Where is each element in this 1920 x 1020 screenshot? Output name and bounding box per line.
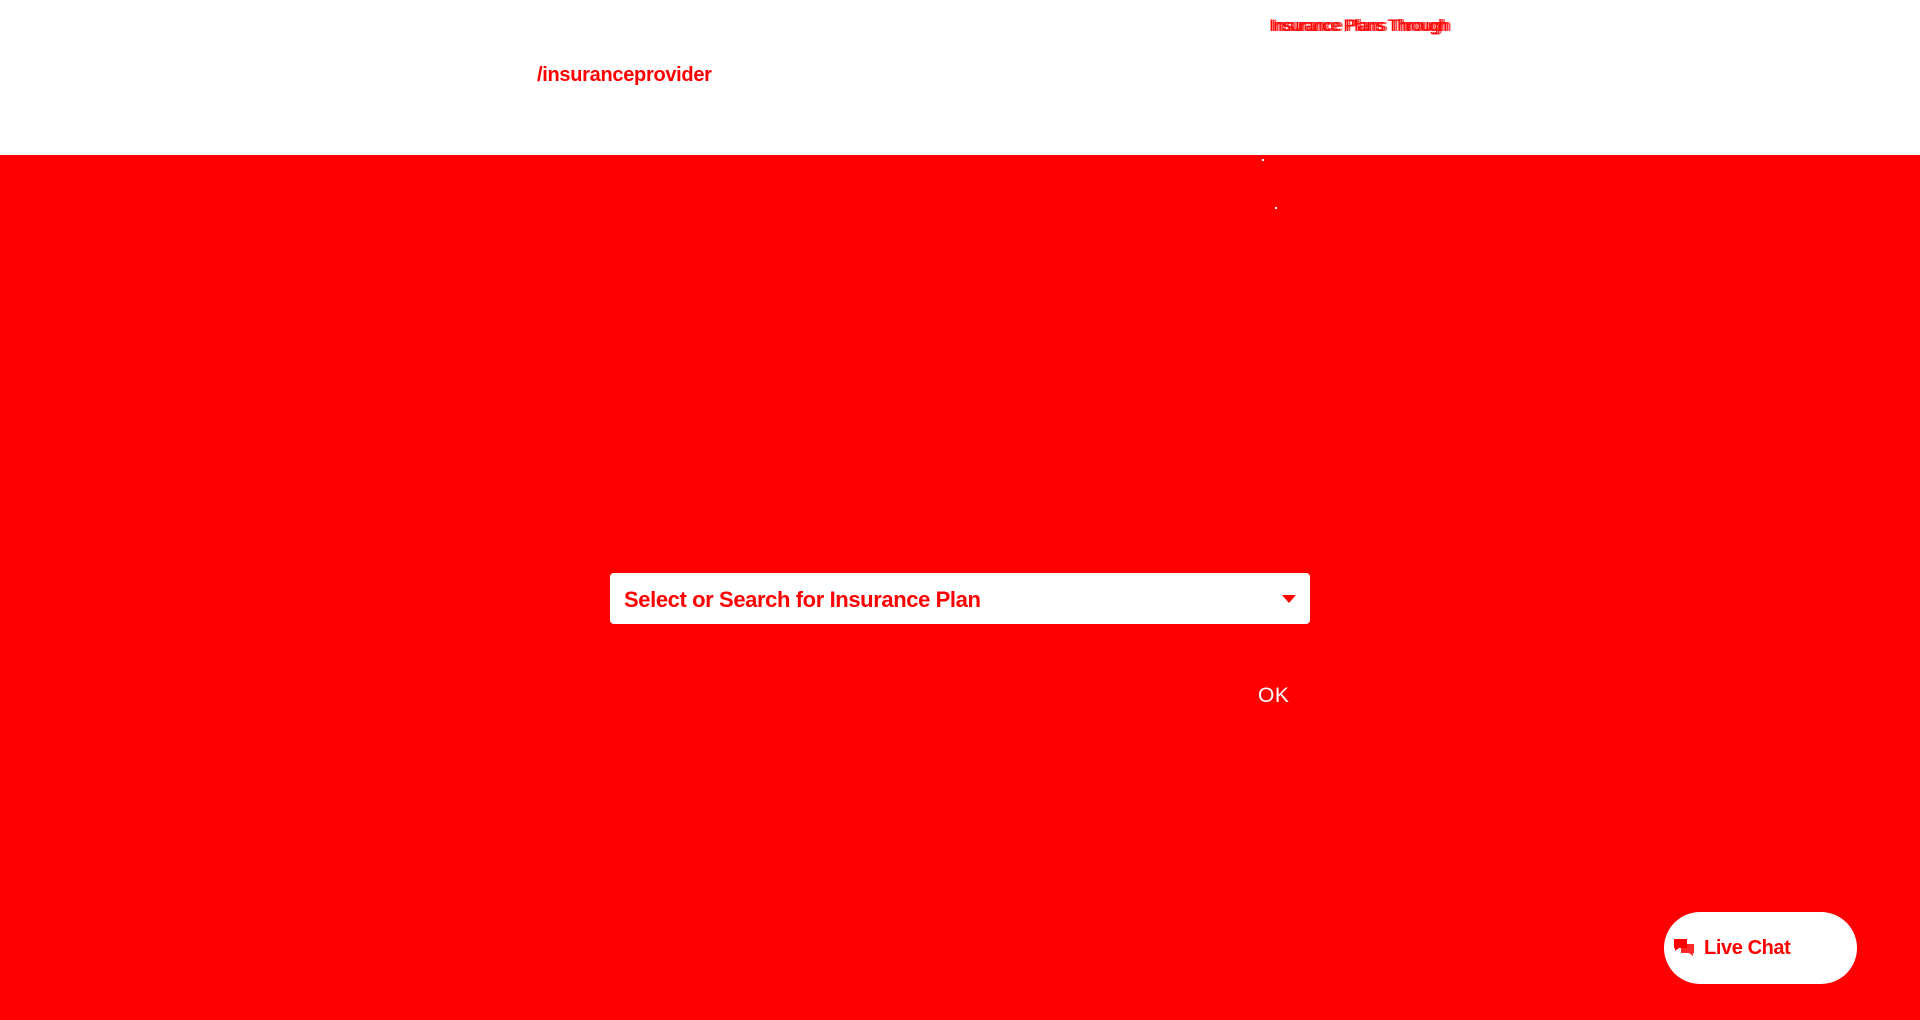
hero-section: Select or Search for Insurance Plan OK L… bbox=[0, 155, 1920, 1020]
chat-bubbles-icon bbox=[1674, 939, 1694, 956]
live-chat-button[interactable]: Live Chat bbox=[1664, 912, 1857, 984]
top-link-overlay-2: Insurance Plans Through bbox=[1273, 16, 1452, 35]
insurance-plan-select-placeholder: Select or Search for Insurance Plan bbox=[624, 587, 981, 612]
page: /insuranceprovider Insurance Plans Throu… bbox=[0, 0, 1920, 1020]
ok-button[interactable]: OK bbox=[1258, 684, 1289, 708]
live-chat-label: Live Chat bbox=[1704, 937, 1791, 959]
decorative-dot bbox=[1262, 159, 1264, 161]
page-path: /insuranceprovider bbox=[537, 64, 712, 86]
header: /insuranceprovider Insurance Plans Throu… bbox=[0, 0, 1920, 155]
top-links[interactable]: Insurance Plans Through Insurance Plans … bbox=[1269, 16, 1469, 40]
decorative-dot bbox=[1275, 207, 1277, 209]
chevron-down-icon[interactable] bbox=[1282, 595, 1296, 603]
insurance-plan-select[interactable]: Select or Search for Insurance Plan bbox=[610, 573, 1310, 624]
